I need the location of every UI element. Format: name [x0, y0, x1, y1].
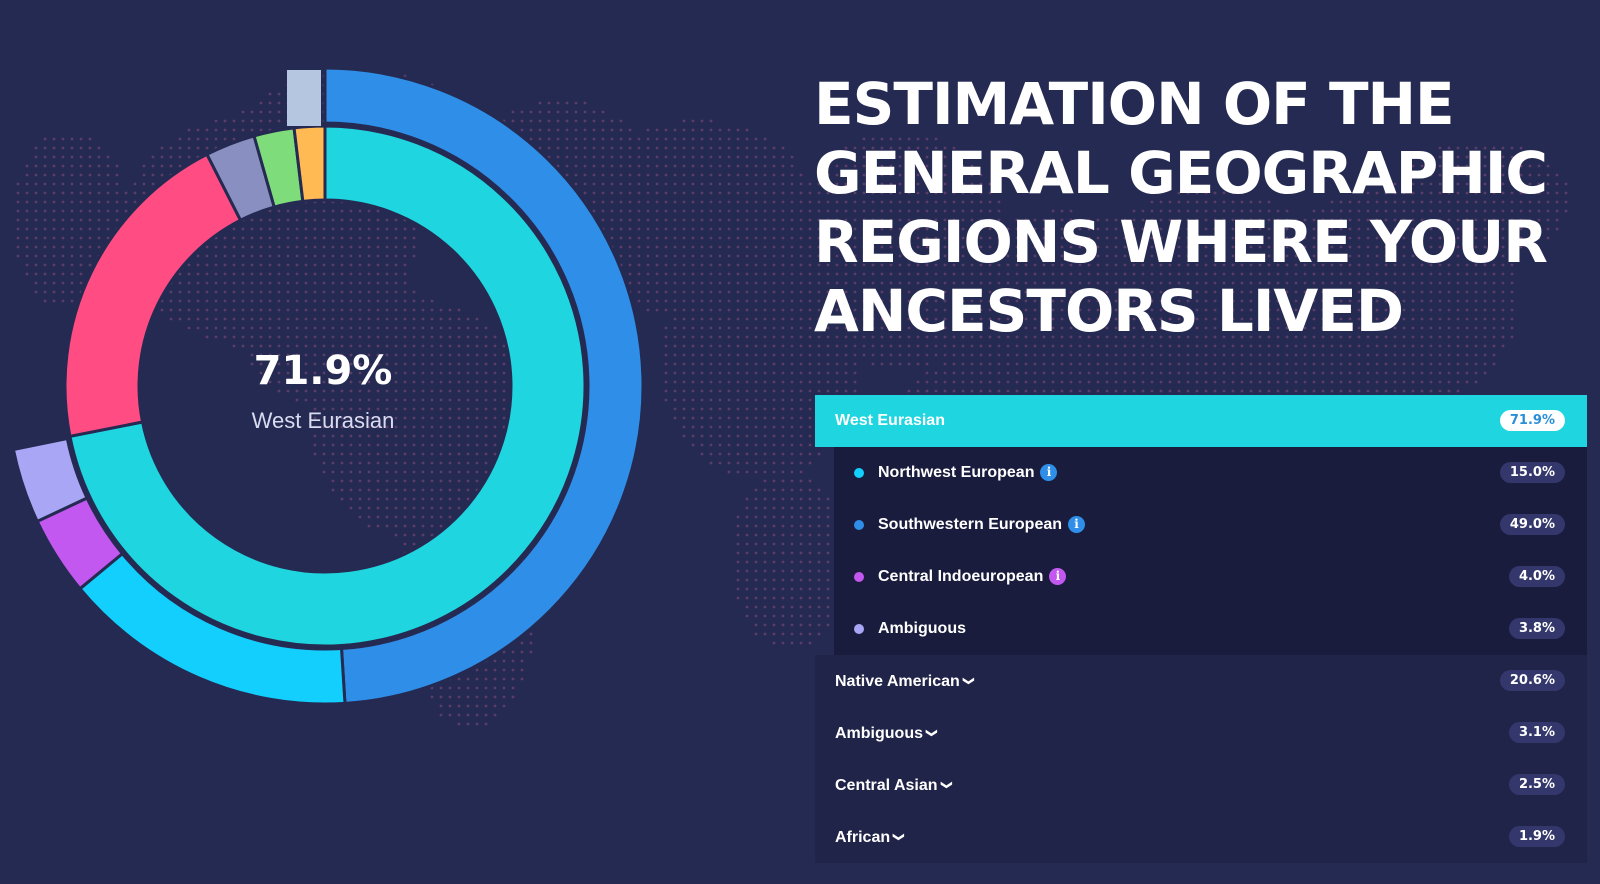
chevron-down-icon[interactable]: ❯ — [942, 676, 994, 685]
title-line: GENERAL GEOGRAPHIC — [814, 139, 1548, 207]
legend-dot — [854, 468, 864, 478]
subregion-label: Central Indoeuropean — [878, 568, 1044, 585]
region-row-central-asian[interactable]: Central Asian ❯ 2.5% — [815, 759, 1587, 811]
subregion-row-northwest-european[interactable]: Northwest European i 15.0% — [834, 447, 1587, 499]
subregion-percent-badge: 49.0% — [1499, 514, 1565, 535]
donut-inner-slice-native-american — [63, 152, 243, 439]
region-percent-badge: 3.1% — [1508, 722, 1565, 743]
region-percent-badge: 2.5% — [1508, 774, 1565, 795]
region-row-african[interactable]: African ❯ 1.9% — [815, 811, 1587, 863]
legend-dot — [854, 572, 864, 582]
title-line: ANCESTORS LIVED — [814, 277, 1404, 345]
chevron-down-icon[interactable]: ❯ — [920, 780, 972, 789]
legend-dot — [854, 520, 864, 530]
page-title: ESTIMATION OF THE GENERAL GEOGRAPHIC REG… — [814, 70, 1584, 346]
subregion-percent-badge: 15.0% — [1499, 462, 1565, 483]
region-row-ambiguous[interactable]: Ambiguous ❯ 3.1% — [815, 707, 1587, 759]
subregion-percent-badge: 4.0% — [1508, 566, 1565, 587]
info-icon[interactable]: i — [1040, 464, 1058, 481]
ancestry-region-list: West Eurasian 71.9% Northwest European i … — [815, 395, 1587, 863]
chevron-down-icon[interactable]: ❯ — [873, 832, 925, 841]
region-percent-badge: 1.9% — [1508, 826, 1565, 847]
subregion-label: Southwestern European — [878, 516, 1063, 533]
region-percent-badge: 20.6% — [1499, 670, 1565, 691]
legend-dot — [854, 624, 864, 634]
region-row-west-eurasian[interactable]: West Eurasian 71.9% — [815, 395, 1587, 447]
region-row-native-american[interactable]: Native American ❯ 20.6% — [815, 655, 1587, 707]
subregion-row-central-indoeuropean[interactable]: Central Indoeuropean i 4.0% — [834, 551, 1587, 603]
info-icon[interactable]: i — [1049, 568, 1067, 585]
donut-center-value: 71.9% — [253, 348, 393, 394]
subregion-label: Ambiguous — [878, 620, 966, 637]
subregion-label: Northwest European — [878, 464, 1035, 481]
subregion-row-ambiguous[interactable]: Ambiguous 3.8% — [834, 603, 1587, 655]
info-icon[interactable]: i — [1068, 516, 1086, 533]
subregion-row-southwestern-european[interactable]: Southwestern European i 49.0% — [834, 499, 1587, 551]
region-label: West Eurasian — [835, 412, 945, 429]
title-line: ESTIMATION OF THE — [814, 70, 1455, 138]
region-percent-badge: 71.9% — [1499, 410, 1565, 431]
donut-center-label: West Eurasian — [251, 408, 395, 433]
donut-outer-slice-top-marker — [287, 70, 321, 126]
region-label: Native American — [835, 673, 960, 690]
subregion-percent-badge: 3.8% — [1508, 618, 1565, 639]
title-line: REGIONS WHERE YOUR — [814, 208, 1548, 276]
chevron-down-icon[interactable]: ❯ — [906, 728, 958, 737]
